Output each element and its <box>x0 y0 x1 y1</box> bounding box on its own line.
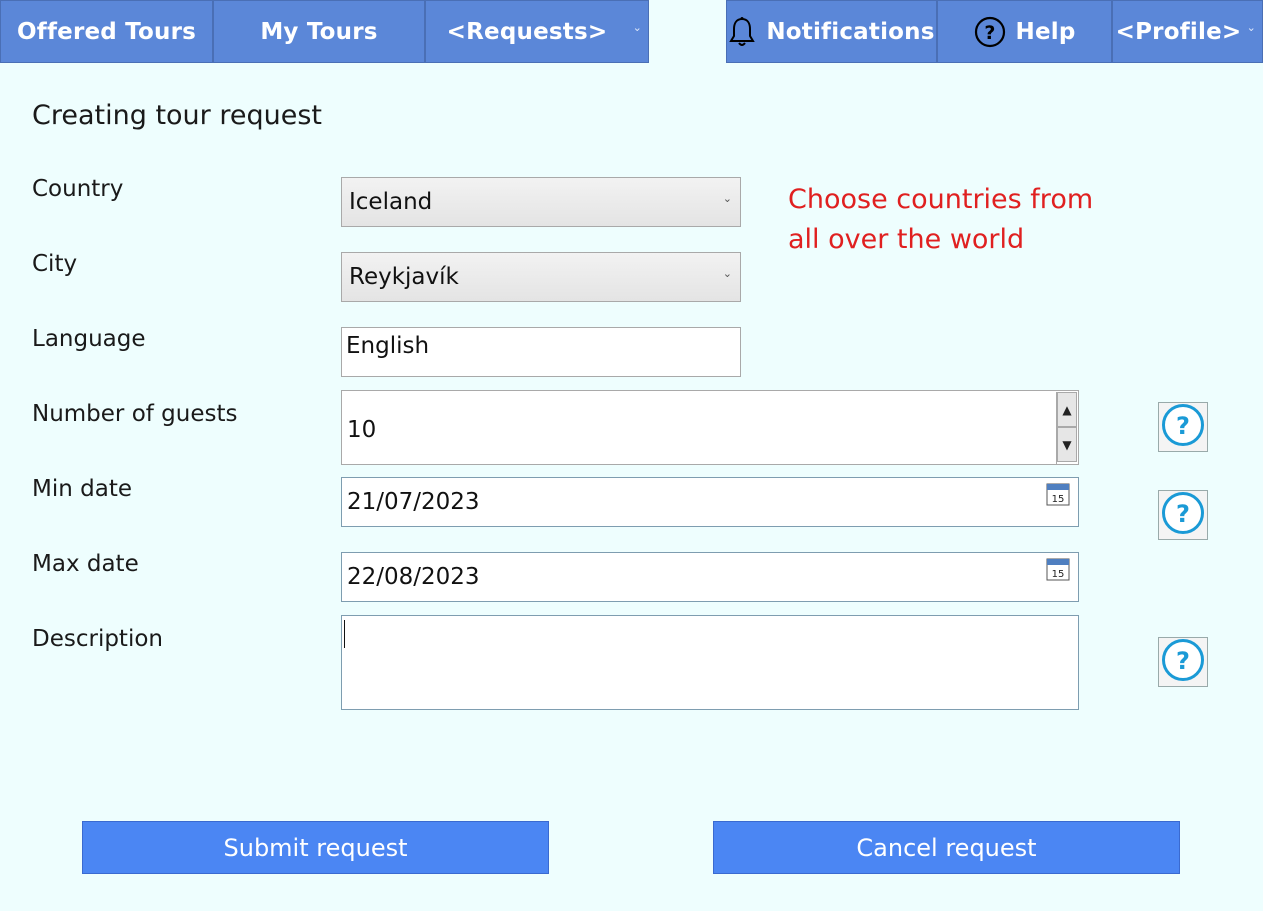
language-value: English <box>346 333 430 359</box>
question-circle-icon: ? <box>1161 403 1205 451</box>
tab-label: Offered Tours <box>16 18 197 45</box>
min-date-help-button[interactable]: ? <box>1158 490 1208 540</box>
calendar-icon[interactable]: 15 <box>1046 482 1070 512</box>
question-circle-icon: ? <box>1161 491 1205 539</box>
chevron-down-icon: ⌄ <box>632 21 642 34</box>
guests-help-button[interactable]: ? <box>1158 402 1208 452</box>
guests-value: 10 <box>347 416 377 443</box>
chevron-down-icon: ⌄ <box>1246 21 1256 34</box>
svg-text:?: ? <box>1176 412 1190 440</box>
tab-requests[interactable]: <Requests> ⌄ <box>425 0 649 63</box>
max-date-value: 22/08/2023 <box>347 564 480 590</box>
language-label: Language <box>32 326 146 352</box>
city-select[interactable]: Reykjavík ⌄ <box>341 252 741 302</box>
max-date-label: Max date <box>32 551 139 577</box>
submit-request-button[interactable]: Submit request <box>82 821 549 874</box>
svg-text:?: ? <box>1176 500 1190 528</box>
city-value: Reykjavík <box>349 264 459 290</box>
submit-label: Submit request <box>223 833 408 862</box>
calendar-day: 15 <box>1052 494 1065 505</box>
description-label: Description <box>32 626 163 652</box>
country-label: Country <box>32 176 124 202</box>
svg-text:?: ? <box>984 22 995 44</box>
tab-label: <Profile> <box>1115 18 1242 45</box>
page-title: Creating tour request <box>32 100 322 131</box>
tab-help[interactable]: ? Help <box>937 0 1112 63</box>
cancel-label: Cancel request <box>856 833 1037 862</box>
guests-stepper[interactable]: 10 ▲ ▼ <box>341 390 1079 465</box>
min-date-picker[interactable]: 21/07/2023 15 <box>341 477 1079 527</box>
decrement-button[interactable]: ▼ <box>1057 427 1077 462</box>
hint-line: Choose countries from <box>788 184 1094 215</box>
max-date-picker[interactable]: 22/08/2023 15 <box>341 552 1079 602</box>
tab-label: Notifications <box>766 18 935 45</box>
bell-icon <box>728 16 756 48</box>
country-select[interactable]: Iceland ⌄ <box>341 177 741 227</box>
text-caret <box>344 620 345 648</box>
country-value: Iceland <box>349 189 433 215</box>
tab-label: My Tours <box>260 18 378 45</box>
tab-notifications[interactable]: Notifications <box>726 0 937 63</box>
tab-label: Help <box>1015 18 1076 45</box>
tab-label: <Requests> <box>446 18 608 45</box>
svg-text:?: ? <box>1176 647 1190 675</box>
tab-profile[interactable]: <Profile> ⌄ <box>1112 0 1263 63</box>
guests-label: Number of guests <box>32 401 238 427</box>
question-circle-icon: ? <box>1161 638 1205 686</box>
city-label: City <box>32 251 78 277</box>
calendar-day: 15 <box>1052 569 1065 580</box>
chevron-down-icon: ⌄ <box>722 267 732 280</box>
min-date-label: Min date <box>32 476 132 502</box>
cancel-request-button[interactable]: Cancel request <box>713 821 1180 874</box>
description-help-button[interactable]: ? <box>1158 637 1208 687</box>
tab-my-tours[interactable]: My Tours <box>213 0 425 63</box>
calendar-icon[interactable]: 15 <box>1046 557 1070 587</box>
increment-button[interactable]: ▲ <box>1057 392 1077 427</box>
description-textarea[interactable] <box>341 615 1079 710</box>
min-date-value: 21/07/2023 <box>347 489 480 515</box>
chevron-down-icon: ⌄ <box>722 192 732 205</box>
language-input[interactable]: English <box>341 327 741 377</box>
spin-buttons: ▲ ▼ <box>1056 392 1077 464</box>
hint-line: all over the world <box>788 224 1025 255</box>
country-hint: Choose countries from all over the world <box>788 180 1093 260</box>
tab-offered-tours[interactable]: Offered Tours <box>0 0 213 63</box>
question-circle-icon: ? <box>974 16 1006 48</box>
